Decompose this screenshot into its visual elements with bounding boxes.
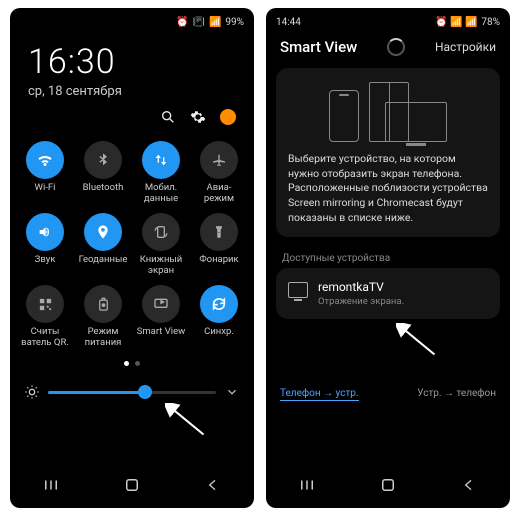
- volume-icon: [26, 213, 64, 251]
- device-illustration: [288, 82, 488, 142]
- qs-mobile-data[interactable]: Мобил. данные: [134, 141, 188, 205]
- smartview-icon: [142, 285, 180, 323]
- qs-sync[interactable]: Синхр.: [192, 285, 246, 349]
- qr-icon: [26, 285, 64, 323]
- tv-icon: [288, 282, 308, 298]
- pager-dot: [124, 361, 129, 366]
- intro-description: Выберите устройство, на котором нужно от…: [288, 152, 488, 225]
- bluetooth-icon: [84, 141, 122, 179]
- qs-label: Авиа- режим: [192, 183, 246, 205]
- back-button[interactable]: [460, 476, 478, 494]
- battery-text: 78%: [481, 17, 500, 28]
- device-list-item[interactable]: remontkaTV Отражение экрана.: [276, 268, 500, 319]
- status-bar: ⏰ 📳 📶 99%: [10, 8, 254, 32]
- qs-smart-view[interactable]: Smart View: [134, 285, 188, 349]
- status-bar: 14:44 ⏰ 📶 📶 78%: [266, 8, 510, 32]
- phone-smart-view: 14:44 ⏰ 📶 📶 78% Smart View Настройки Выб…: [266, 8, 510, 508]
- qs-label: Smart View: [134, 327, 188, 349]
- updown-icon: [142, 141, 180, 179]
- pager-dot: [135, 361, 140, 366]
- mode-switch: Телефон → устр. Устр. → телефон: [266, 378, 510, 407]
- brightness-icon: [24, 384, 40, 400]
- qs-location[interactable]: Геоданные: [76, 213, 130, 277]
- page-indicator[interactable]: [10, 361, 254, 366]
- home-button[interactable]: [379, 476, 397, 494]
- qs-flashlight[interactable]: Фонарик: [192, 213, 246, 277]
- qs-rotate-lock[interactable]: Книжный экран: [134, 213, 188, 277]
- qs-label: Мобил. данные: [134, 183, 188, 205]
- plane-icon: [200, 141, 238, 179]
- rotate-icon: [142, 213, 180, 251]
- qs-qr-reader[interactable]: Считы ватель QR.: [18, 285, 72, 349]
- intro-card: Выберите устройство, на котором нужно от…: [276, 68, 500, 237]
- qs-label: Wi-Fi: [18, 183, 72, 205]
- pin-icon: [84, 213, 122, 251]
- chevron-down-icon[interactable]: [224, 384, 240, 400]
- clock-date: ср, 18 сентября: [28, 84, 236, 99]
- illus-phone-icon: [329, 90, 359, 142]
- status-time: 14:44: [276, 17, 301, 28]
- alarm-icon: ⏰: [176, 17, 188, 28]
- qs-label: Книжный экран: [134, 255, 188, 277]
- qs-airplane[interactable]: Авиа- режим: [192, 141, 246, 205]
- status-icons: ⏰ 📶 📶: [435, 17, 477, 28]
- page-title: Smart View: [280, 38, 357, 56]
- qs-bluetooth[interactable]: Bluetooth: [76, 141, 130, 205]
- illus-tv-icon: [385, 102, 447, 142]
- search-icon[interactable]: [160, 109, 176, 125]
- mode-phone-to-device[interactable]: Телефон → устр.: [280, 388, 359, 401]
- settings-link[interactable]: Настройки: [435, 40, 496, 54]
- sync-icon: [200, 285, 238, 323]
- qs-label: Считы ватель QR.: [18, 327, 72, 349]
- loading-spinner: [387, 38, 405, 56]
- battery-icon: [84, 285, 122, 323]
- qs-power-mode[interactable]: Режим питания: [76, 285, 130, 349]
- qs-sound[interactable]: Звук: [18, 213, 72, 277]
- qs-label: Фонарик: [192, 255, 246, 277]
- vibrate-icon: 📳: [193, 17, 205, 28]
- nav-bar: [266, 466, 510, 508]
- qs-label: Геоданные: [76, 255, 130, 277]
- qs-label: Звук: [18, 255, 72, 277]
- battery-text: 99%: [225, 17, 244, 28]
- home-button[interactable]: [123, 476, 141, 494]
- pointer-arrow: [396, 323, 438, 361]
- qs-wifi[interactable]: Wi-Fi: [18, 141, 72, 205]
- signal-icon: 📶: [209, 17, 221, 28]
- phone-quick-settings: ⏰ 📳 📶 99% 16:30 ср, 18 сентября Wi-Fi: [10, 8, 254, 508]
- recents-button[interactable]: [298, 476, 316, 494]
- notification-badge[interactable]: [220, 109, 236, 125]
- section-label: Доступные устройства: [266, 243, 510, 268]
- nav-bar: [10, 466, 254, 508]
- clock-area: 16:30 ср, 18 сентября: [10, 32, 254, 129]
- qs-label: Bluetooth: [76, 183, 130, 205]
- qs-label: Синхр.: [192, 327, 246, 349]
- recents-button[interactable]: [42, 476, 60, 494]
- qs-label: Режим питания: [76, 327, 130, 349]
- device-name: remontkaTV: [318, 280, 404, 294]
- mode-device-to-phone[interactable]: Устр. → телефон: [417, 388, 496, 401]
- gear-icon[interactable]: [190, 109, 206, 125]
- flashlight-icon: [200, 213, 238, 251]
- back-button[interactable]: [204, 476, 222, 494]
- device-subtitle: Отражение экрана.: [318, 296, 404, 307]
- brightness-slider[interactable]: [10, 374, 254, 410]
- slider-thumb[interactable]: [138, 385, 152, 399]
- wifi-icon: [26, 141, 64, 179]
- quick-settings-grid: Wi-Fi Bluetooth Мобил. данные Авиа- режи…: [10, 129, 254, 349]
- slider-fill: [48, 391, 145, 394]
- clock-time: 16:30: [28, 42, 236, 82]
- slider-track[interactable]: [48, 391, 216, 394]
- smart-view-header: Smart View Настройки: [266, 32, 510, 62]
